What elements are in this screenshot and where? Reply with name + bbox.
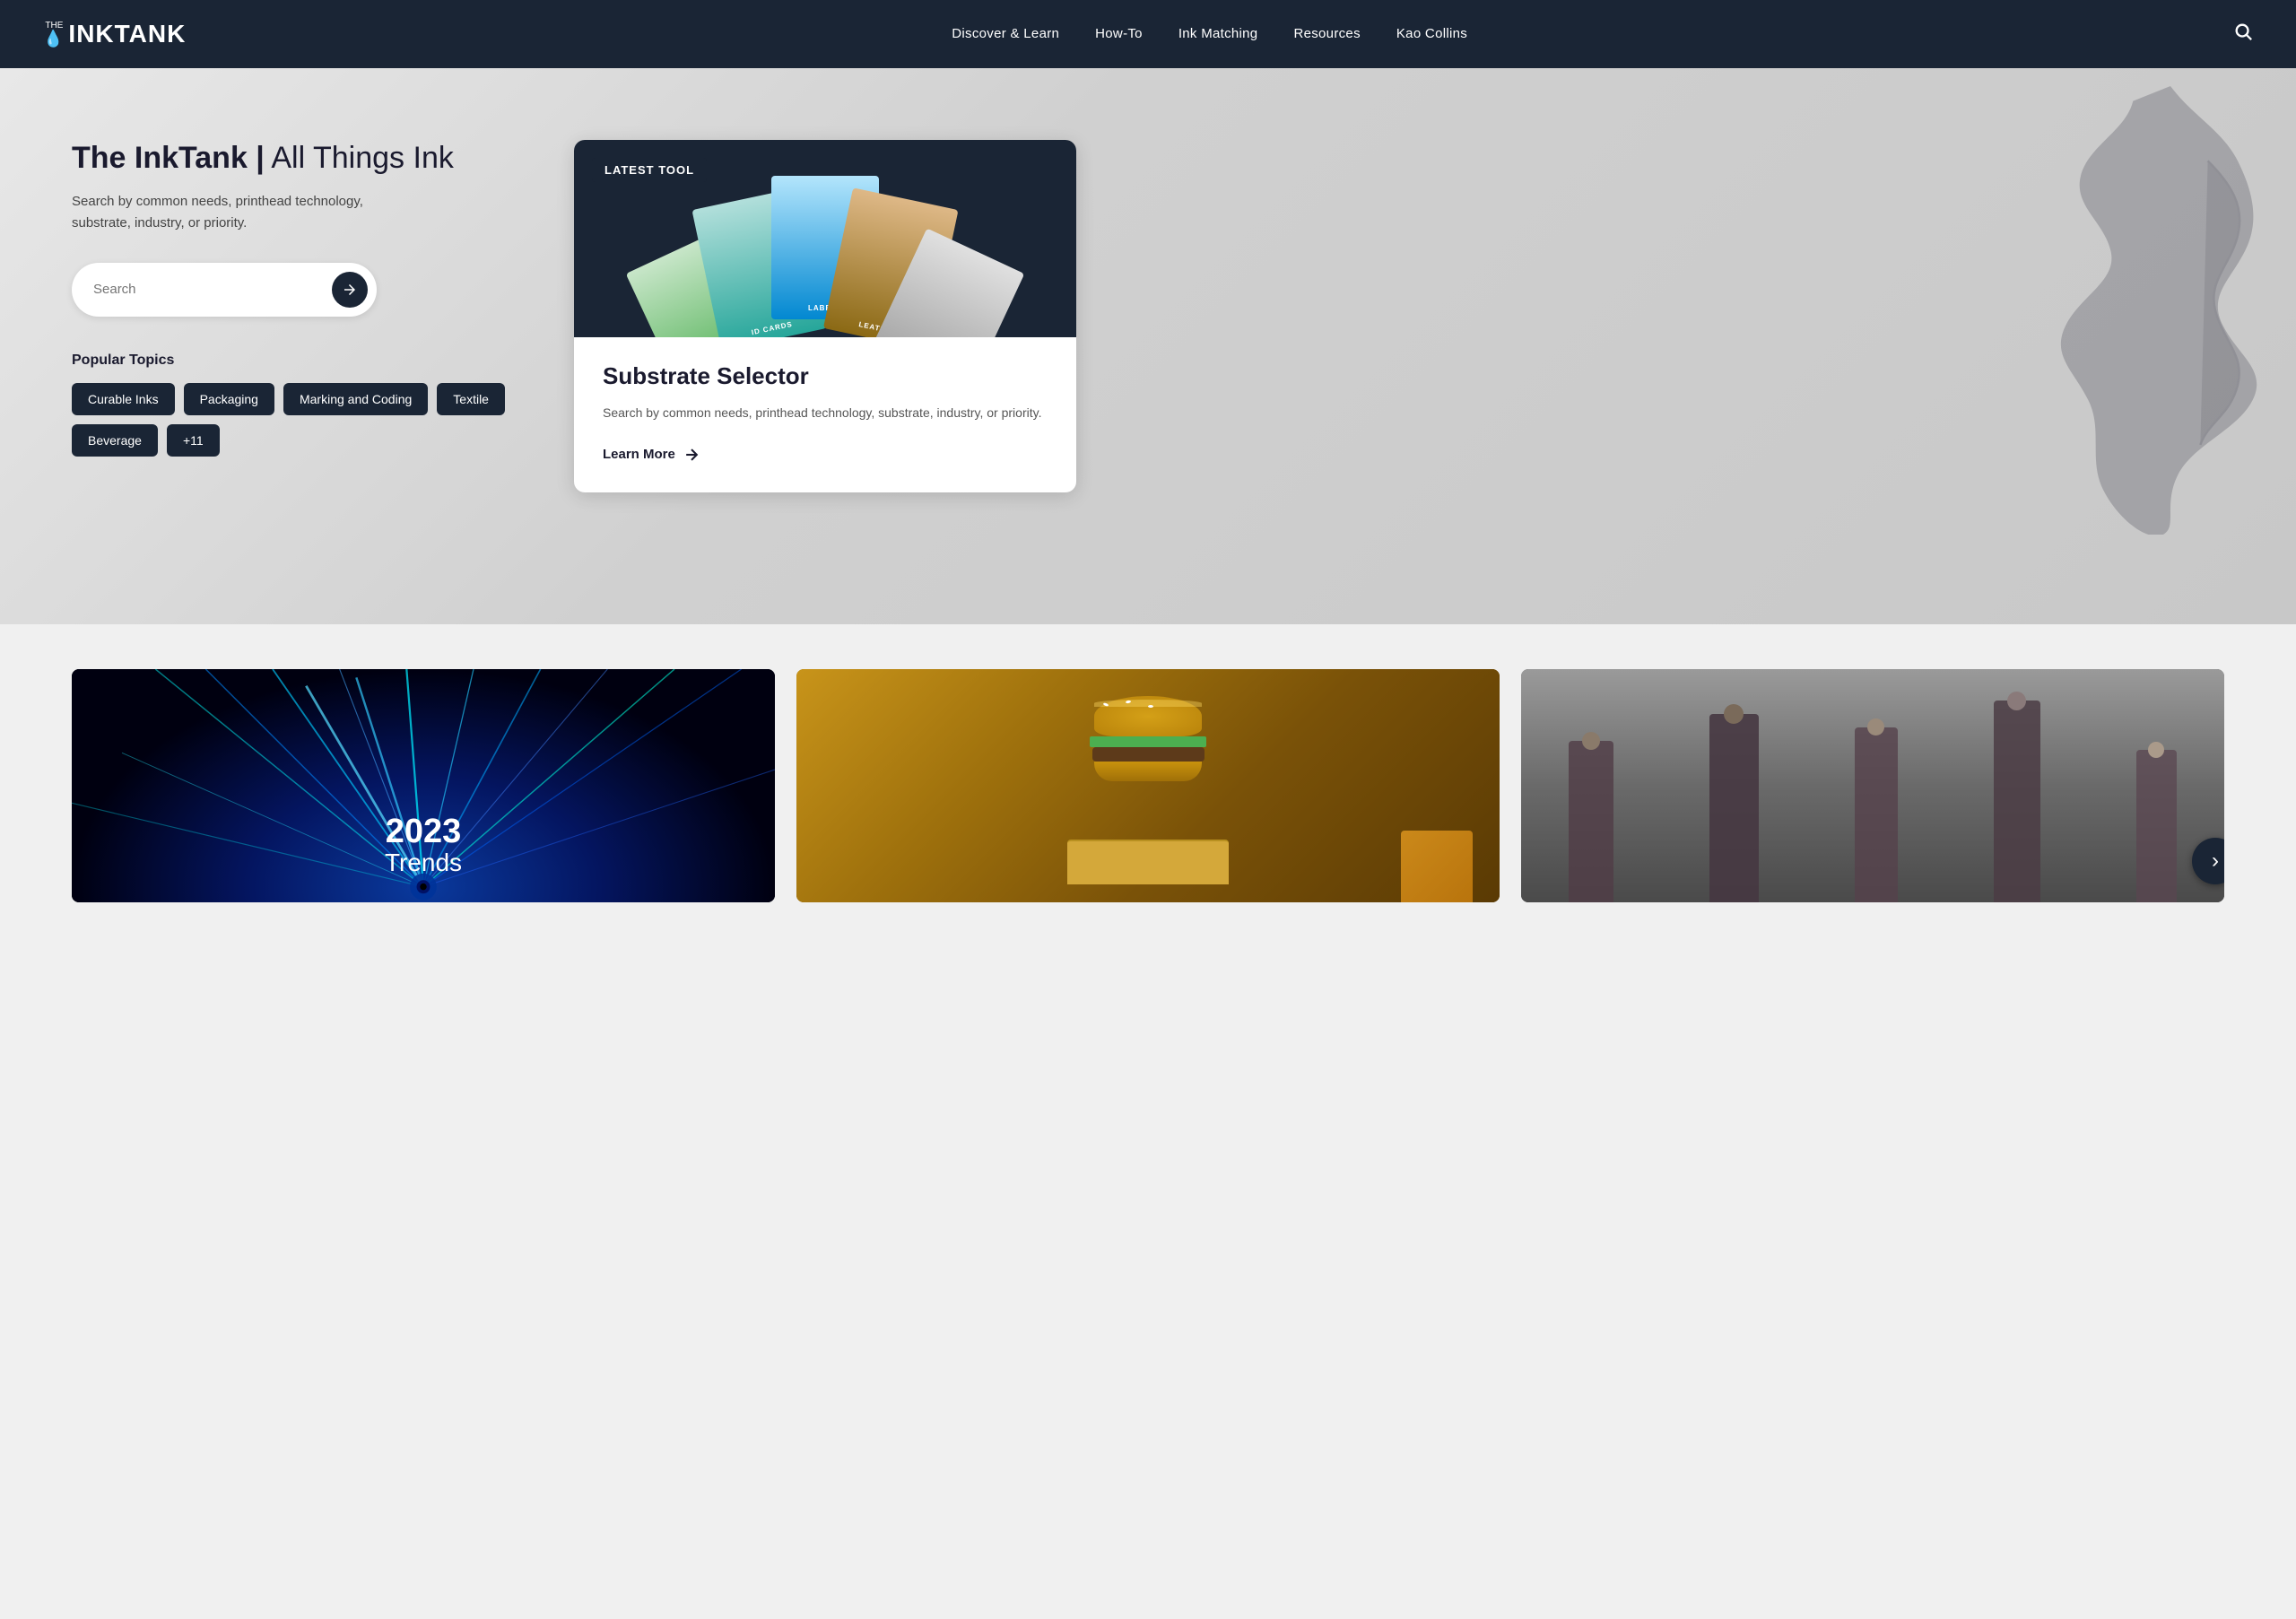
nav-item-inkmatching[interactable]: Ink Matching bbox=[1178, 26, 1258, 41]
bottom-cards-grid: 2023 Trends bbox=[72, 669, 2224, 902]
topic-curable-inks[interactable]: Curable Inks bbox=[72, 383, 175, 415]
navigation: THE 💧 INKTANK Discover & Learn How-To In… bbox=[0, 0, 2296, 68]
card-image-wrapper: LATEST TOOL GLASS ID CARDS bbox=[574, 140, 1076, 337]
topic-beverage[interactable]: Beverage bbox=[72, 424, 158, 457]
hero-title: The InkTank | All Things Ink bbox=[72, 140, 520, 177]
latest-tool-badge: LATEST TOOL bbox=[592, 158, 707, 182]
bottom-section: 2023 Trends bbox=[0, 624, 2296, 947]
hero-section: The InkTank | All Things Ink Search by c… bbox=[0, 68, 2296, 624]
logo-inktank-text: INKTANK bbox=[68, 20, 186, 48]
search-icon[interactable] bbox=[2233, 22, 2253, 47]
hero-right-content: LATEST TOOL GLASS ID CARDS bbox=[574, 140, 2224, 492]
logo-drop-icon: 💧 bbox=[43, 30, 63, 47]
topic-more[interactable]: +11 bbox=[167, 424, 220, 457]
nav-item-resources[interactable]: Resources bbox=[1293, 26, 1360, 41]
trend-label: Trends bbox=[72, 849, 775, 877]
logo[interactable]: THE 💧 INKTANK bbox=[43, 20, 186, 48]
card-trends[interactable]: 2023 Trends bbox=[72, 669, 775, 902]
search-bar-container bbox=[72, 263, 377, 317]
trends-overlay: 2023 Trends bbox=[72, 814, 775, 877]
learn-more-link[interactable]: Learn More bbox=[603, 446, 1048, 464]
latest-tool-card[interactable]: LATEST TOOL GLASS ID CARDS bbox=[574, 140, 1076, 492]
card-food[interactable] bbox=[796, 669, 1500, 902]
card-fashion[interactable]: › bbox=[1521, 669, 2224, 902]
hero-left-content: The InkTank | All Things Ink Search by c… bbox=[72, 140, 520, 457]
trend-year: 2023 bbox=[72, 814, 775, 849]
topic-packaging[interactable]: Packaging bbox=[184, 383, 274, 415]
topic-marking-coding[interactable]: Marking and Coding bbox=[283, 383, 428, 415]
nav-item-kaocollins[interactable]: Kao Collins bbox=[1396, 26, 1467, 41]
nav-item-discover[interactable]: Discover & Learn bbox=[952, 26, 1059, 41]
popular-topics-label: Popular Topics bbox=[72, 353, 520, 369]
card-description: Search by common needs, printhead techno… bbox=[603, 403, 1048, 424]
topics-grid: Curable Inks Packaging Marking and Codin… bbox=[72, 383, 520, 457]
nav-links: Discover & Learn How-To Ink Matching Res… bbox=[952, 26, 1467, 42]
card-content: Substrate Selector Search by common need… bbox=[574, 337, 1076, 492]
search-button[interactable] bbox=[332, 272, 368, 308]
topic-textile[interactable]: Textile bbox=[437, 383, 505, 415]
search-input[interactable] bbox=[93, 282, 332, 297]
nav-item-howto[interactable]: How-To bbox=[1095, 26, 1143, 41]
card-title: Substrate Selector bbox=[603, 362, 1048, 390]
hero-subtitle: Search by common needs, printhead techno… bbox=[72, 191, 413, 234]
popular-topics-section: Popular Topics Curable Inks Packaging Ma… bbox=[72, 353, 520, 457]
